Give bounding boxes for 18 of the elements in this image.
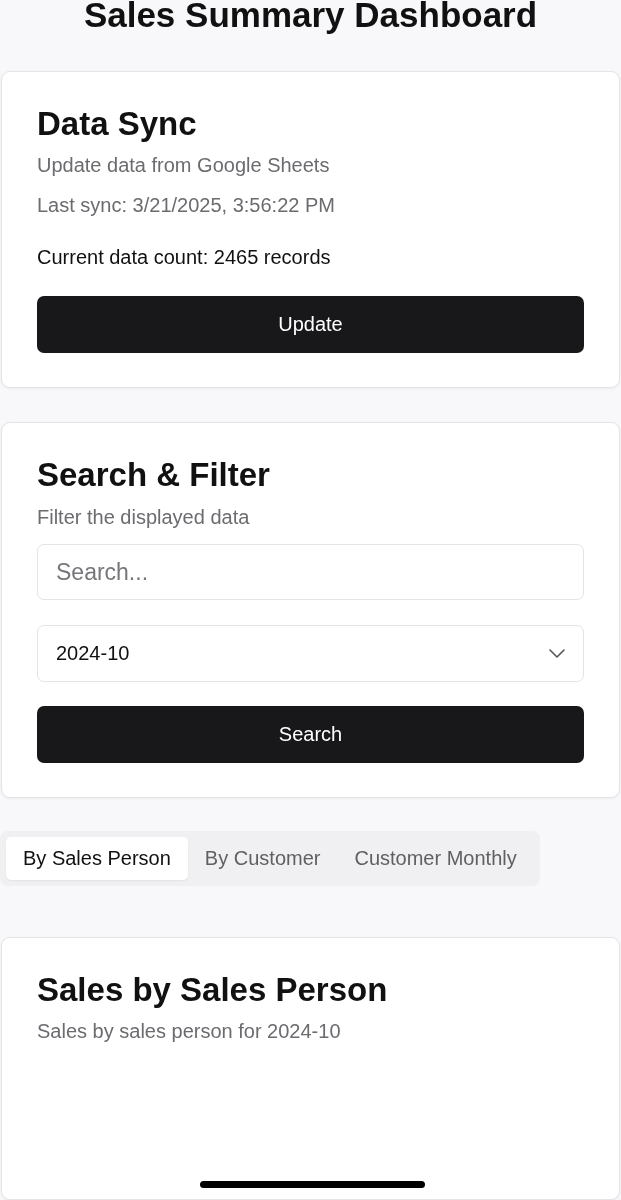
card-subtitle: Update data from Google Sheets [37, 153, 330, 178]
card-title: Data Sync [37, 104, 197, 144]
select-value: 2024-10 [56, 642, 130, 665]
chevron-down-icon [549, 649, 565, 658]
card-subtitle: Sales by sales person for 2024-10 [37, 1019, 341, 1044]
record-count-text: Current data count: 2465 records [37, 245, 331, 270]
page-title: Sales Summary Dashboard [83, 0, 538, 32]
search-button[interactable]: Search [37, 706, 584, 763]
search-field[interactable]: Search... [37, 544, 584, 600]
card-subtitle: Filter the displayed data [37, 505, 250, 530]
update-button[interactable]: Update [37, 296, 584, 353]
card-title: Search & Filter [37, 455, 270, 495]
tab[interactable]: Customer Monthly [337, 837, 534, 880]
last-sync-text: Last sync: 3/21/2025, 3:56:22 PM [37, 193, 335, 218]
tab[interactable]: By Customer [187, 837, 338, 880]
card-title: Sales by Sales Person [37, 970, 388, 1010]
tab[interactable]: By Sales Person [6, 837, 188, 880]
month-select[interactable]: 2024-10 [37, 625, 584, 682]
